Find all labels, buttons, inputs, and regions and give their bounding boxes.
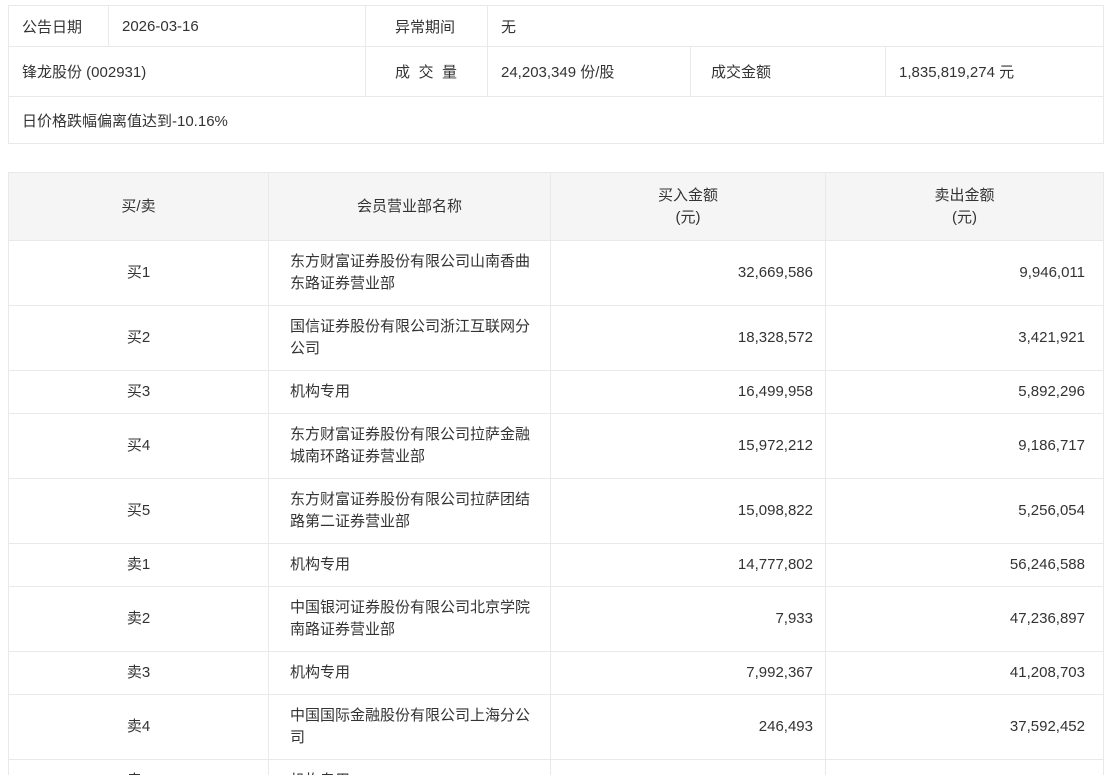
sell-amount-cell: 47,236,897 — [826, 587, 1104, 652]
turnover-label: 成交金额 — [691, 47, 886, 97]
abnormal-period-label: 异常期间 — [366, 6, 488, 47]
buy-amount-cell: 7,992,367 — [551, 652, 826, 695]
sell-amount-cell: 9,946,011 — [826, 241, 1104, 306]
side-cell: 卖5 — [9, 760, 269, 775]
buy-amount-cell: 0 — [551, 760, 826, 775]
info-row-stock: 锋龙股份 (002931) 成交量 24,203,349 份/股 成交金额 1,… — [9, 47, 1104, 97]
table-row: 买3 机构专用 16,499,958 5,892,296 — [9, 371, 1104, 414]
side-cell: 买1 — [9, 241, 269, 306]
info-row-date: 公告日期 2026-03-16 异常期间 无 — [9, 6, 1104, 47]
column-header-side: 买/卖 — [9, 173, 269, 241]
table-row: 卖2 中国银河证券股份有限公司北京学院南路证券营业部 7,933 47,236,… — [9, 587, 1104, 652]
table-row: 买5 东方财富证券股份有限公司拉萨团结路第二证券营业部 15,098,822 5… — [9, 479, 1104, 544]
table-row: 卖1 机构专用 14,777,802 56,246,588 — [9, 544, 1104, 587]
buy-amount-cell: 16,499,958 — [551, 371, 826, 414]
buy-amount-cell: 246,493 — [551, 695, 826, 760]
side-cell: 卖1 — [9, 544, 269, 587]
column-header-branch: 会员营业部名称 — [269, 173, 551, 241]
turnover-value: 1,835,819,274 元 — [886, 47, 1104, 97]
price-deviation-note: 日价格跌幅偏离值达到-10.16% — [9, 97, 1104, 144]
branch-cell: 东方财富证券股份有限公司山南香曲东路证券营业部 — [269, 241, 551, 306]
column-header-sell: 卖出金额 (元) — [826, 173, 1104, 241]
sell-amount-cell: 56,246,588 — [826, 544, 1104, 587]
buy-amount-cell: 18,328,572 — [551, 306, 826, 371]
branch-cell: 东方财富证券股份有限公司拉萨金融城南环路证券营业部 — [269, 414, 551, 479]
broker-table-header: 买/卖 会员营业部名称 买入金额 (元) 卖出金额 (元) — [9, 173, 1104, 241]
sell-amount-cell: 9,186,717 — [826, 414, 1104, 479]
side-cell: 买4 — [9, 414, 269, 479]
branch-cell: 机构专用 — [269, 371, 551, 414]
table-row: 卖5 机构专用 0 28,914,498 — [9, 760, 1104, 775]
table-row: 买4 东方财富证券股份有限公司拉萨金融城南环路证券营业部 15,972,212 … — [9, 414, 1104, 479]
side-cell: 卖4 — [9, 695, 269, 760]
buy-amount-cell: 15,098,822 — [551, 479, 826, 544]
branch-cell: 中国银河证券股份有限公司北京学院南路证券营业部 — [269, 587, 551, 652]
side-cell: 卖3 — [9, 652, 269, 695]
sell-amount-cell: 28,914,498 — [826, 760, 1104, 775]
buy-amount-cell: 15,972,212 — [551, 414, 826, 479]
side-cell: 买3 — [9, 371, 269, 414]
table-row: 买2 国信证券股份有限公司浙江互联网分公司 18,328,572 3,421,9… — [9, 306, 1104, 371]
announce-date-label: 公告日期 — [9, 6, 109, 47]
side-cell: 买2 — [9, 306, 269, 371]
table-row: 卖3 机构专用 7,992,367 41,208,703 — [9, 652, 1104, 695]
branch-cell: 中国国际金融股份有限公司上海分公司 — [269, 695, 551, 760]
branch-cell: 国信证券股份有限公司浙江互联网分公司 — [269, 306, 551, 371]
sell-amount-cell: 3,421,921 — [826, 306, 1104, 371]
column-header-buy: 买入金额 (元) — [551, 173, 826, 241]
branch-cell: 机构专用 — [269, 760, 551, 775]
branch-cell: 东方财富证券股份有限公司拉萨团结路第二证券营业部 — [269, 479, 551, 544]
broker-seats-table: 买/卖 会员营业部名称 买入金额 (元) 卖出金额 (元) 买1 东方财富证券股… — [8, 172, 1104, 775]
side-cell: 卖2 — [9, 587, 269, 652]
sell-amount-cell: 37,592,452 — [826, 695, 1104, 760]
branch-cell: 机构专用 — [269, 544, 551, 587]
info-row-note: 日价格跌幅偏离值达到-10.16% — [9, 97, 1104, 144]
trading-disclosure-page: 公告日期 2026-03-16 异常期间 无 锋龙股份 (002931) 成交量… — [0, 0, 1110, 775]
stock-info-table: 公告日期 2026-03-16 异常期间 无 锋龙股份 (002931) 成交量… — [8, 5, 1104, 144]
announce-date-value: 2026-03-16 — [109, 6, 366, 47]
sell-amount-cell: 41,208,703 — [826, 652, 1104, 695]
volume-value: 24,203,349 份/股 — [488, 47, 691, 97]
table-row: 卖4 中国国际金融股份有限公司上海分公司 246,493 37,592,452 — [9, 695, 1104, 760]
buy-amount-cell: 14,777,802 — [551, 544, 826, 587]
abnormal-period-value: 无 — [488, 6, 1104, 47]
buy-amount-cell: 7,933 — [551, 587, 826, 652]
volume-label: 成交量 — [366, 47, 488, 97]
buy-amount-cell: 32,669,586 — [551, 241, 826, 306]
side-cell: 买5 — [9, 479, 269, 544]
sell-amount-cell: 5,256,054 — [826, 479, 1104, 544]
sell-amount-cell: 5,892,296 — [826, 371, 1104, 414]
branch-cell: 机构专用 — [269, 652, 551, 695]
stock-name: 锋龙股份 (002931) — [9, 47, 366, 97]
table-row: 买1 东方财富证券股份有限公司山南香曲东路证券营业部 32,669,586 9,… — [9, 241, 1104, 306]
